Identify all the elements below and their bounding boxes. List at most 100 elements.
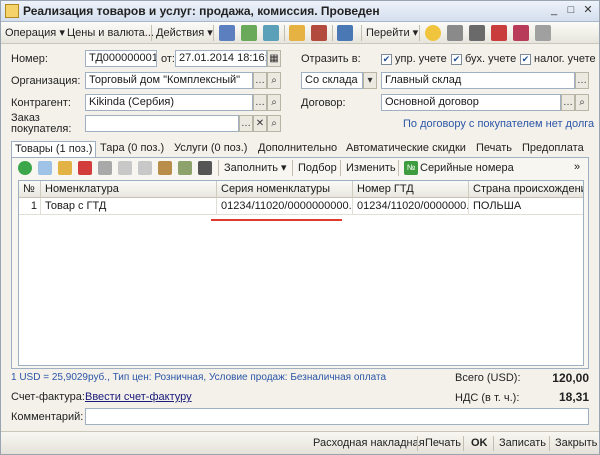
organization-select-button[interactable]: … [253, 72, 267, 89]
edit-row-icon[interactable] [58, 161, 72, 175]
operation-menu[interactable]: Операция ▾ [5, 25, 65, 41]
table-header: № Номенклатура Серия номенклатуры Номер … [19, 181, 583, 198]
fill-menu[interactable]: Заполнить ▾ [224, 160, 287, 176]
list-icon[interactable] [447, 25, 463, 41]
counterparty-select-button[interactable]: … [253, 94, 267, 111]
commission-icon[interactable] [241, 25, 257, 41]
cell-country[interactable]: ПОЛЬША [469, 198, 583, 215]
calendar-icon[interactable]: ▦ [267, 50, 281, 67]
organization-open-icon[interactable]: ⌕ [267, 72, 281, 89]
close-icon[interactable]: ✕ [580, 3, 596, 19]
order-label-line2: покупателя: [11, 123, 72, 135]
goto-menu[interactable]: Перейти ▾ [366, 25, 418, 41]
end-edit-icon[interactable] [98, 161, 112, 175]
invoice-label: Счет-фактура: [11, 391, 85, 403]
mail-icon[interactable] [513, 25, 529, 41]
vat-label: НДС (в т. ч.): [455, 392, 520, 404]
warehouse-mode-field[interactable]: Со склада [301, 72, 363, 89]
contract-select-button[interactable]: … [561, 94, 575, 111]
barcode-icon[interactable] [198, 161, 212, 175]
reflect-mgmt-checkbox[interactable]: ✔ [381, 54, 392, 65]
movements-icon[interactable] [263, 25, 279, 41]
goods-toolbar: Заполнить ▾ Подбор Изменить № Серийные н… [12, 158, 588, 178]
post-and-close-icon[interactable] [219, 25, 235, 41]
header-series[interactable]: Серия номенклатуры [217, 181, 353, 198]
prices-button[interactable]: Цены и валюта... [67, 25, 154, 41]
warehouse-mode-dropdown[interactable]: ▾ [363, 72, 377, 89]
reflect-mgmt-label: упр. учете [395, 53, 447, 65]
more-icon[interactable]: » [574, 159, 580, 175]
number-label: Номер: [11, 53, 48, 65]
header-country[interactable]: Страна происхождения [469, 181, 583, 198]
waybill-button[interactable]: Расходная накладная [313, 436, 425, 451]
sort-desc-icon[interactable] [178, 161, 192, 175]
actions-menu[interactable]: Действия ▾ [156, 25, 213, 41]
comment-label: Комментарий: [11, 411, 84, 423]
select-button[interactable]: Подбор [298, 160, 337, 176]
counterparty-label: Контрагент: [11, 97, 71, 109]
main-toolbar: Операция ▾ Цены и валюта... Действия ▾ П… [1, 22, 599, 44]
tab-auto-discounts[interactable]: Автоматические скидки [343, 141, 469, 157]
counterparty-field[interactable]: Kikinda (Сербия) [85, 94, 253, 111]
contract-field[interactable]: Основной договор [381, 94, 561, 111]
order-open-icon[interactable]: ⌕ [267, 115, 281, 132]
warehouse-field[interactable]: Главный склад [381, 72, 575, 89]
cell-nomenclature[interactable]: Товар с ГТД [41, 198, 217, 215]
reflect-acc-checkbox[interactable]: ✔ [451, 54, 462, 65]
header-nomenclature[interactable]: Номенклатура [41, 181, 217, 198]
tab-containers[interactable]: Тара (0 поз.) [97, 141, 167, 157]
serial-numbers-icon[interactable]: № [404, 161, 418, 175]
minimize-icon[interactable]: _ [546, 3, 562, 19]
reflect-tax-checkbox[interactable]: ✔ [520, 54, 531, 65]
highlight-underline [211, 219, 342, 221]
close-button[interactable]: Закрыть [555, 436, 597, 451]
order-debt-link[interactable]: По договору с покупателем нет долга [403, 118, 594, 130]
order-field[interactable] [85, 115, 239, 132]
cell-series[interactable]: 01234/11020/0000000000... [217, 198, 353, 215]
ok-button[interactable]: OK [471, 436, 488, 451]
total-value: 120,00 [552, 371, 589, 385]
move-up-icon[interactable] [118, 161, 132, 175]
copy-row-icon[interactable] [38, 161, 52, 175]
table-row[interactable]: 1 Товар с ГТД 01234/11020/0000000000... … [19, 198, 583, 215]
date-field[interactable]: 27.01.2014 18:16:04 [175, 50, 267, 67]
tab-additional[interactable]: Дополнительно [255, 141, 340, 157]
structure-icon[interactable] [337, 25, 353, 41]
comment-field[interactable] [85, 408, 589, 425]
tab-goods[interactable]: Товары (1 поз.) [11, 141, 97, 158]
header-number[interactable]: № [19, 181, 41, 198]
number-field[interactable]: ТД000000001 [85, 50, 157, 67]
sort-icon[interactable] [158, 161, 172, 175]
help-icon[interactable] [425, 25, 441, 41]
settings-icon[interactable] [535, 25, 551, 41]
serial-numbers-button[interactable]: Серийные номера [420, 160, 514, 176]
document-window: Реализация товаров и услуг: продажа, ком… [0, 0, 600, 455]
order-clear-icon[interactable]: ✕ [253, 115, 267, 132]
organization-label: Организация: [11, 75, 81, 87]
delete-row-icon[interactable] [78, 161, 92, 175]
print-button[interactable]: Печать [425, 436, 461, 451]
copy-icon[interactable] [289, 25, 305, 41]
change-button[interactable]: Изменить [346, 160, 396, 176]
counterparty-open-icon[interactable]: ⌕ [267, 94, 281, 111]
footer-bar: Расходная накладная Печать OK Записать З… [1, 431, 599, 454]
add-row-icon[interactable] [18, 161, 32, 175]
contract-open-icon[interactable]: ⌕ [575, 94, 589, 111]
header-gtd[interactable]: Номер ГТД [353, 181, 469, 198]
delete-icon[interactable] [311, 25, 327, 41]
tab-prepayment[interactable]: Предоплата [519, 141, 587, 157]
invoice-link[interactable]: Ввести счет-фактуру [85, 391, 192, 403]
vat-value: 18,31 [558, 390, 589, 404]
rate-info-link[interactable]: 1 USD = 25,9029руб., Тип цен: Розничная,… [11, 372, 386, 383]
warehouse-select-button[interactable]: … [575, 72, 589, 89]
print-icon[interactable] [491, 25, 507, 41]
cell-gtd[interactable]: 01234/11020/0000000... [353, 198, 469, 215]
order-select-button[interactable]: … [239, 115, 253, 132]
tab-services[interactable]: Услуги (0 поз.) [171, 141, 250, 157]
move-down-icon[interactable] [138, 161, 152, 175]
save-button[interactable]: Записать [499, 436, 546, 451]
tab-print[interactable]: Печать [473, 141, 515, 157]
maximize-icon[interactable]: □ [563, 3, 579, 19]
table-icon[interactable] [469, 25, 485, 41]
organization-field[interactable]: Торговый дом "Комплексный" [85, 72, 253, 89]
